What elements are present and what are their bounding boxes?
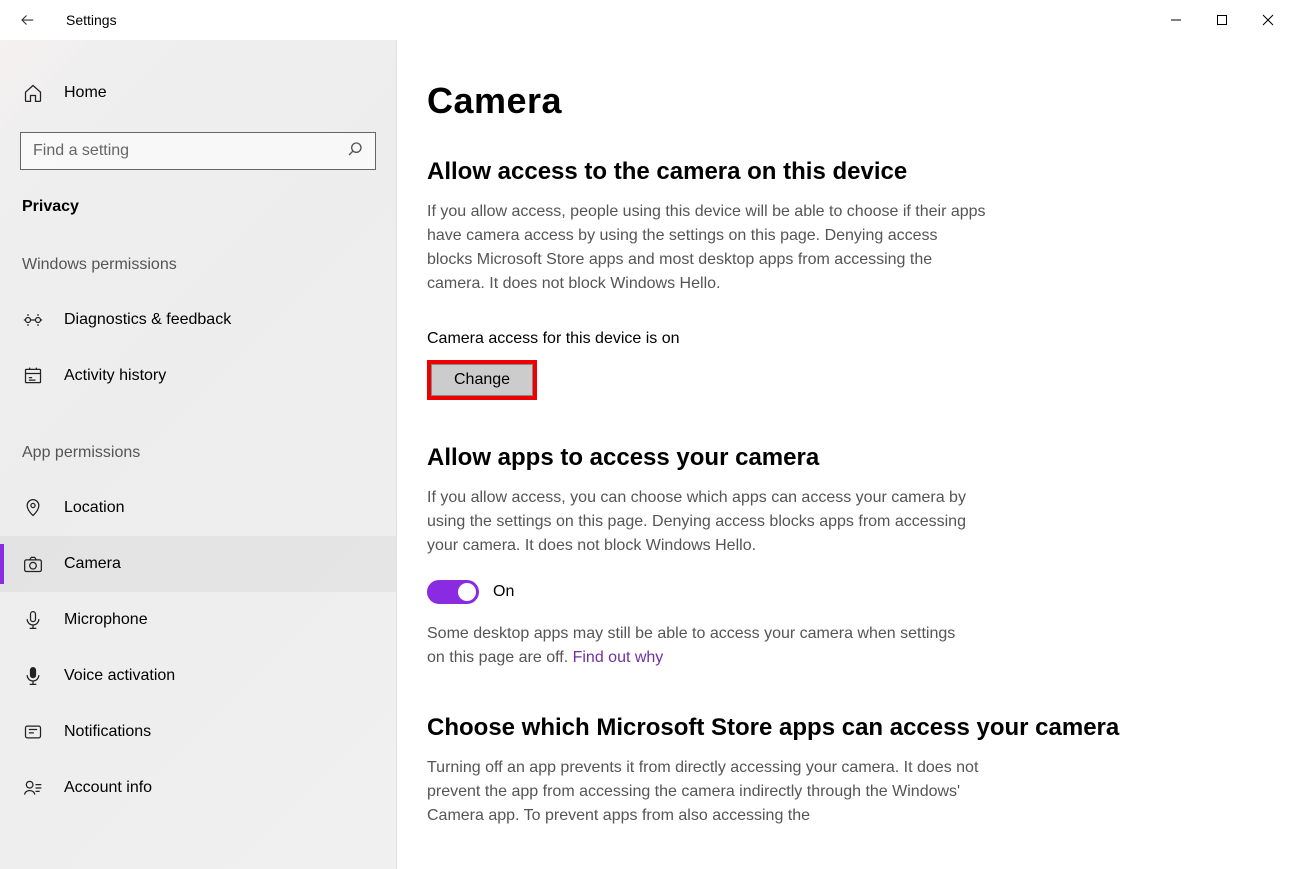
sidebar: Home Privacy Windows permissions Diagnos…	[0, 40, 397, 869]
account-icon	[22, 777, 44, 799]
location-icon	[22, 497, 44, 519]
sidebar-item-location[interactable]: Location	[0, 480, 396, 536]
section-header-device-access: Allow access to the camera on this devic…	[427, 158, 1231, 186]
history-icon	[22, 365, 44, 387]
sidebar-item-label: Camera	[64, 555, 121, 573]
close-icon	[1262, 14, 1274, 26]
find-out-why-link[interactable]: Find out why	[573, 649, 664, 666]
change-button-highlight: Change	[427, 360, 537, 400]
arrow-left-icon	[19, 11, 37, 29]
toggle-state-label: On	[493, 583, 514, 601]
section-header-choose-apps: Choose which Microsoft Store apps can ac…	[427, 714, 1231, 742]
notifications-icon	[22, 721, 44, 743]
search-box[interactable]	[20, 132, 376, 170]
microphone-icon	[22, 609, 44, 631]
sidebar-item-voice-activation[interactable]: Voice activation	[0, 648, 396, 704]
sidebar-item-label: Voice activation	[64, 667, 175, 685]
maximize-icon	[1216, 14, 1228, 26]
sidebar-item-microphone[interactable]: Microphone	[0, 592, 396, 648]
home-icon	[22, 82, 44, 104]
section-text: If you allow access, you can choose whic…	[427, 486, 987, 558]
sidebar-home-label: Home	[64, 84, 107, 102]
sidebar-item-label: Activity history	[64, 367, 166, 385]
window-controls	[1153, 4, 1291, 36]
voice-icon	[22, 665, 44, 687]
change-button[interactable]: Change	[431, 364, 533, 396]
search-icon	[347, 141, 363, 161]
sidebar-item-label: Location	[64, 499, 125, 517]
minimize-button[interactable]	[1153, 4, 1199, 36]
sidebar-item-label: Account info	[64, 779, 152, 797]
device-access-status: Camera access for this device is on	[427, 330, 1231, 348]
back-button[interactable]	[18, 10, 38, 30]
sidebar-home[interactable]: Home	[0, 72, 396, 114]
close-button[interactable]	[1245, 4, 1291, 36]
section-text: If you allow access, people using this d…	[427, 200, 987, 296]
sidebar-item-label: Diagnostics & feedback	[64, 311, 231, 329]
minimize-icon	[1170, 14, 1182, 26]
sidebar-item-account-info[interactable]: Account info	[0, 760, 396, 816]
section-text: Turning off an app prevents it from dire…	[427, 756, 987, 828]
desktop-apps-note: Some desktop apps may still be able to a…	[427, 622, 967, 670]
apps-access-toggle[interactable]	[427, 580, 479, 604]
group-label-windows-permissions: Windows permissions	[0, 216, 396, 292]
sidebar-item-camera[interactable]: Camera	[0, 536, 396, 592]
maximize-button[interactable]	[1199, 4, 1245, 36]
main-content: Camera Allow access to the camera on thi…	[397, 40, 1291, 869]
sidebar-item-activity-history[interactable]: Activity history	[0, 348, 396, 404]
page-title: Camera	[427, 80, 1231, 122]
app-title: Settings	[66, 12, 117, 28]
group-label-app-permissions: App permissions	[0, 404, 396, 480]
category-label: Privacy	[0, 170, 396, 216]
camera-icon	[22, 553, 44, 575]
titlebar: Settings	[0, 0, 1291, 40]
sidebar-item-label: Microphone	[64, 611, 148, 629]
search-input[interactable]	[33, 142, 347, 160]
sidebar-item-notifications[interactable]: Notifications	[0, 704, 396, 760]
sidebar-item-label: Notifications	[64, 723, 151, 741]
section-header-apps-access: Allow apps to access your camera	[427, 444, 1231, 472]
sidebar-item-diagnostics[interactable]: Diagnostics & feedback	[0, 292, 396, 348]
diagnostics-icon	[22, 309, 44, 331]
